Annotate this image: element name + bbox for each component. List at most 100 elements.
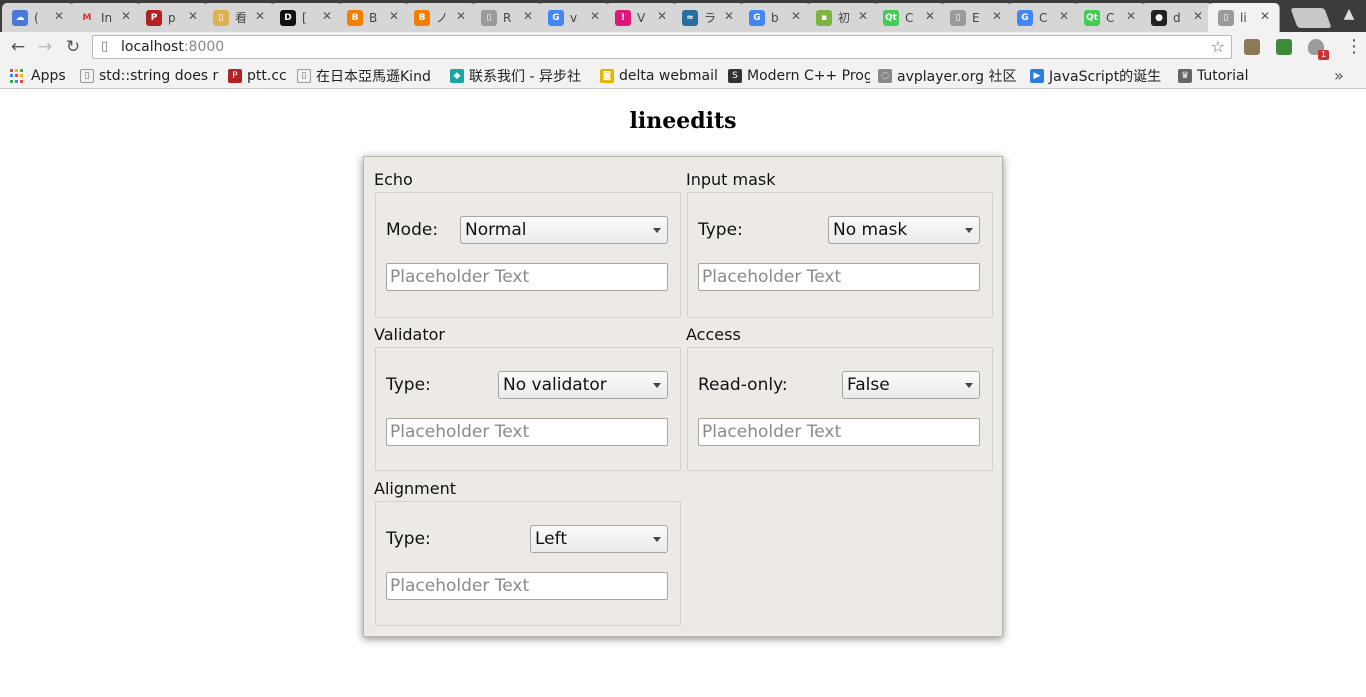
lineedits-window: Echo Mode: Normal Input mask Type: No ma… [363, 156, 1003, 637]
bookmark-item[interactable]: ♛ Tutorial [1178, 66, 1258, 86]
dropdown-caret-icon [965, 383, 973, 388]
bookmark-item[interactable]: ◙ delta webmail [600, 66, 720, 86]
tab-title: 初 [838, 11, 851, 25]
bookmark-item[interactable]: ▯ std::string does r [80, 66, 220, 86]
bookmarks-bar: » Apps ▯ std::string does r Pptt.cc ▯ 在日本亞馬遜K… [0, 62, 1366, 89]
new-tab-button[interactable] [1290, 8, 1332, 28]
tab-favicon-icon: G [548, 9, 564, 26]
profile-icon[interactable]: ▲ [1340, 6, 1358, 24]
tab-close-icon[interactable]: ✕ [54, 9, 64, 23]
browser-tab[interactable]: Qt C ✕ [873, 3, 945, 32]
tab-favicon-icon: ! [615, 9, 631, 26]
tab-close-icon[interactable]: ✕ [791, 9, 801, 23]
tab-favicon-icon: ▯ [213, 9, 229, 26]
tab-close-icon[interactable]: ✕ [590, 9, 600, 23]
page-icon: ▯ [101, 39, 109, 54]
bookmark-favicon-icon: ◆ [450, 69, 464, 83]
chrome-menu-icon[interactable]: ⋮ [1345, 36, 1363, 58]
browser-tab[interactable]: Pp ✕ [136, 3, 208, 32]
browser-tab[interactable]: ● d ✕ [1141, 3, 1213, 32]
tab-title: [ [302, 10, 307, 25]
browser-tab[interactable]: B B ✕ [337, 3, 409, 32]
bookmark-item[interactable]: ▶ JavaScript的诞生 [1030, 66, 1170, 86]
tab-title: ( [34, 10, 39, 25]
address-bar[interactable]: ▯ localhost:8000 ☆ [92, 35, 1232, 59]
validator-type-select[interactable]: No validator [498, 371, 668, 399]
input-mask-line-edit[interactable] [698, 263, 980, 291]
bookmark-favicon-icon: ▯ [297, 69, 311, 83]
echo-mode-label: Mode: [386, 220, 439, 240]
browser-tab[interactable]: D [✕ [270, 3, 342, 32]
tab-close-icon[interactable]: ✕ [1193, 9, 1203, 23]
tab-close-icon[interactable]: ✕ [121, 9, 131, 23]
tab-close-icon[interactable]: ✕ [188, 9, 198, 23]
tab-close-icon[interactable]: ✕ [322, 9, 332, 23]
bookmark-star-icon[interactable]: ☆ [1211, 36, 1225, 58]
browser-tab[interactable]: Gv ✕ [538, 3, 610, 32]
bookmark-favicon-icon: S [728, 69, 742, 83]
browser-tab[interactable]: Gb ✕ [739, 3, 811, 32]
tab-title: ラ [704, 11, 717, 25]
tab-favicon-icon: ● [1151, 9, 1167, 26]
echo-group [375, 192, 681, 318]
tab-close-icon[interactable]: ✕ [1260, 9, 1270, 23]
tab-close-icon[interactable]: ✕ [255, 9, 265, 23]
browser-tab[interactable]: G C ✕ [1007, 3, 1079, 32]
bookmark-favicon-icon: ▯ [80, 69, 94, 83]
tab-close-icon[interactable]: ✕ [389, 9, 399, 23]
tab-title: b [771, 10, 779, 25]
tab-close-icon[interactable]: ✕ [724, 9, 734, 23]
echo-mode-select[interactable]: Normal [460, 216, 668, 244]
forward-arrow-icon[interactable]: → [35, 37, 55, 57]
bookmarks-overflow-button[interactable]: » [1334, 66, 1344, 85]
tab-close-icon[interactable]: ✕ [456, 9, 466, 23]
tab-title: In [101, 10, 113, 25]
access-readonly-select[interactable]: False [842, 371, 980, 399]
browser-tab[interactable]: Qt C ✕ [1074, 3, 1146, 32]
browser-tab[interactable]: ! V ✕ [605, 3, 677, 32]
alignment-group [375, 501, 681, 626]
browser-tab[interactable]: ≈ ラ ✕ [672, 3, 744, 32]
browser-tab[interactable]: ▪ 初 ✕ [806, 3, 878, 32]
tab-close-icon[interactable]: ✕ [1059, 9, 1069, 23]
tab-title: p [168, 10, 176, 25]
browser-tab[interactable]: ▯ li ✕ [1208, 3, 1280, 32]
access-group [687, 347, 993, 471]
bookmark-item[interactable]: ◌ avplayer.org 社区 [878, 66, 1022, 86]
bookmark-item[interactable]: Apps [10, 66, 70, 86]
tab-favicon-icon: B [414, 9, 430, 26]
browser-tab[interactable]: B ノ ✕ [404, 3, 476, 32]
tab-close-icon[interactable]: ✕ [992, 9, 1002, 23]
tab-close-icon[interactable]: ✕ [925, 9, 935, 23]
browser-tab[interactable]: ▯ 看 ✕ [203, 3, 275, 32]
reload-icon[interactable]: ↻ [63, 37, 83, 57]
validator-line-edit[interactable] [386, 418, 668, 446]
input-mask-type-select[interactable]: No mask [828, 216, 980, 244]
url-text: localhost:8000 [121, 39, 225, 55]
tab-favicon-icon: ▯ [481, 9, 497, 26]
alignment-type-select[interactable]: Left [530, 525, 668, 553]
tab-close-icon[interactable]: ✕ [523, 9, 533, 23]
dropdown-caret-icon [653, 383, 661, 388]
access-line-edit[interactable] [698, 418, 980, 446]
bookmark-favicon-icon: ◌ [878, 69, 892, 83]
back-arrow-icon[interactable]: ← [8, 37, 28, 57]
browser-tab[interactable]: ▯ R ✕ [471, 3, 543, 32]
extension-icon[interactable] [1244, 39, 1260, 55]
echo-group-title: Echo [374, 170, 413, 189]
browser-tab[interactable]: ▯ E ✕ [940, 3, 1012, 32]
tab-close-icon[interactable]: ✕ [858, 9, 868, 23]
bookmark-item[interactable]: S Modern C++ Prog [728, 66, 870, 86]
tab-close-icon[interactable]: ✕ [657, 9, 667, 23]
tab-close-icon[interactable]: ✕ [1126, 9, 1136, 23]
bookmark-item[interactable]: Pptt.cc [228, 66, 290, 86]
bookmark-item[interactable]: ◆ 联系我们 - 异步社 [450, 66, 592, 86]
bookmark-item[interactable]: ▯ 在日本亞馬遜Kind [297, 66, 443, 86]
tab-title: E [972, 10, 980, 25]
extension-icon[interactable] [1276, 39, 1292, 55]
echo-line-edit[interactable] [386, 263, 668, 291]
browser-tab[interactable]: ☁ (✕ [2, 3, 74, 32]
alignment-line-edit[interactable] [386, 572, 668, 600]
browser-tab[interactable]: M In ✕ [69, 3, 141, 32]
tab-favicon-icon: Qt [883, 9, 899, 26]
